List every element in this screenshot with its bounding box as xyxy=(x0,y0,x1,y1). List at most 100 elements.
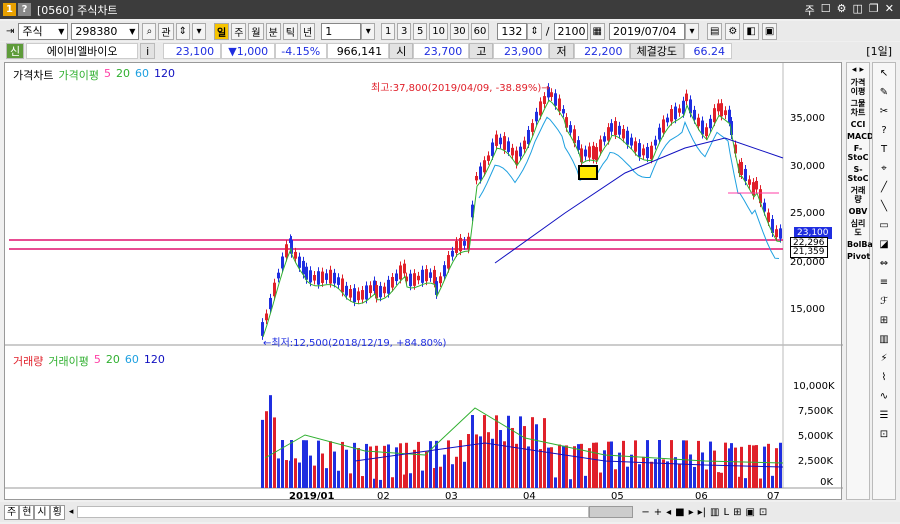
zoom-out-icon[interactable]: − xyxy=(641,507,649,518)
tab-horizontal[interactable]: 횡 xyxy=(49,504,65,520)
chart-area[interactable]: 가격차트 가격이평 5 20 60 120 최고:37,800(2019/04/… xyxy=(4,62,843,502)
tool-text-icon[interactable]: T xyxy=(875,141,893,158)
zoom-in-icon[interactable]: + xyxy=(654,507,662,518)
window-control-main[interactable]: 주 xyxy=(805,2,815,18)
candle-body xyxy=(409,273,412,287)
period-minute-button[interactable]: 분 xyxy=(265,22,281,40)
close-icon[interactable]: ✕ xyxy=(885,2,894,18)
tool-line-up-icon[interactable]: ╱ xyxy=(875,179,893,196)
indicator-bolband[interactable]: BolBand xyxy=(847,240,884,249)
tool-auto-icon[interactable]: ⚡ xyxy=(875,350,893,367)
volume-ma-20: 20 xyxy=(105,353,120,366)
window-control-split[interactable]: ◫ xyxy=(853,2,863,18)
stop-icon[interactable]: ■ xyxy=(675,507,684,518)
volume-bar xyxy=(515,443,518,488)
indicator-cci[interactable]: CCI xyxy=(847,120,869,129)
scroll-thumb[interactable] xyxy=(589,506,634,518)
minute-1-button[interactable]: 1 xyxy=(381,22,396,40)
tab-current[interactable]: 현 xyxy=(19,504,35,520)
restore-icon[interactable]: ❐ xyxy=(869,2,879,18)
tool-help-icon[interactable]: ? xyxy=(875,122,893,139)
calendar-icon[interactable]: ▦ xyxy=(589,22,605,40)
chevron-down-icon[interactable]: ▾ xyxy=(191,22,206,40)
tool-rect-icon[interactable]: ▭ xyxy=(875,217,893,234)
chevron-down-icon[interactable]: ▾ xyxy=(684,22,699,40)
scroll-left-icon[interactable]: ◂ xyxy=(69,507,74,517)
tab-market[interactable]: 시 xyxy=(34,504,50,520)
info-icon[interactable]: i xyxy=(140,43,156,59)
indicator-psychology[interactable]: 심리도 xyxy=(847,219,869,237)
period-week-button[interactable]: 주 xyxy=(231,22,247,40)
minute-5-button[interactable]: 5 xyxy=(413,22,428,40)
count-input[interactable]: 132 xyxy=(497,22,528,40)
period-day-button[interactable]: 일 xyxy=(213,22,230,40)
tool-pointer-icon[interactable]: ↖ xyxy=(875,65,893,82)
tool-fibo-icon[interactable]: ≡ xyxy=(875,274,893,291)
indicator-macd[interactable]: MACD xyxy=(847,132,874,141)
tool-curve-icon[interactable]: ∿ xyxy=(875,388,893,405)
tool-box-icon[interactable]: ⊡ xyxy=(875,426,893,443)
volume-bar xyxy=(499,430,502,488)
tool-range-icon[interactable]: ⇔ xyxy=(875,255,893,272)
tool-list-icon[interactable]: ☰ xyxy=(875,407,893,424)
indicator-fstoc[interactable]: F-StoC xyxy=(847,144,869,162)
play-back-icon[interactable]: ◂ xyxy=(666,507,671,518)
stepper-icon[interactable]: ⇕ xyxy=(175,22,190,40)
candle-body xyxy=(646,146,649,159)
panel-toggle-icon[interactable]: ⇥ xyxy=(6,26,14,37)
tool-line-down-icon[interactable]: ╲ xyxy=(875,198,893,215)
indicator-price-ma[interactable]: 가격이평 xyxy=(847,78,869,96)
grid-icon[interactable]: ▣ xyxy=(761,22,778,40)
horizontal-scrollbar[interactable] xyxy=(77,506,590,518)
step-icon[interactable]: ▸| xyxy=(698,507,706,518)
lock-icon[interactable]: ⊡ xyxy=(759,507,767,518)
settings-icon[interactable]: ⚙ xyxy=(725,22,741,40)
minute-3-button[interactable]: 3 xyxy=(397,22,412,40)
tool-save-icon[interactable]: ▣ xyxy=(745,507,754,518)
stock-code-input[interactable]: 298380 ▼ xyxy=(71,22,140,40)
chart-type-icon[interactable]: ▥ xyxy=(710,507,719,518)
tool-function-icon[interactable]: ℱ xyxy=(875,293,893,310)
period-month-button[interactable]: 월 xyxy=(248,22,264,40)
window-control-box[interactable]: ☐ xyxy=(821,2,831,18)
tool-wave-icon[interactable]: ⌇ xyxy=(875,369,893,386)
search-icon[interactable]: ⌕ xyxy=(142,22,157,40)
tool-fill-icon[interactable]: ◪ xyxy=(875,236,893,253)
period-tick-button[interactable]: 틱 xyxy=(282,22,298,40)
tool-crosshair-icon[interactable]: ⌖ xyxy=(875,160,893,177)
indicator-obv[interactable]: OBV xyxy=(847,207,869,216)
settings-icon[interactable]: ⚙ xyxy=(837,2,847,18)
indicator-grid-chart[interactable]: 그물차트 xyxy=(847,99,869,117)
line-icon[interactable]: L xyxy=(723,507,729,518)
layout-icon[interactable]: ◧ xyxy=(743,22,759,40)
help-icon[interactable]: ? xyxy=(18,3,31,16)
tool-grid-icon[interactable]: ⊞ xyxy=(875,312,893,329)
tool-cut-icon[interactable]: ✂ xyxy=(875,103,893,120)
volume-bar xyxy=(361,476,364,488)
market-select[interactable]: 주식 ▼ xyxy=(18,22,69,40)
indicator-pivot[interactable]: Pivot xyxy=(847,252,870,261)
period-year-button[interactable]: 년 xyxy=(300,22,316,40)
table-view-icon[interactable]: ▤ xyxy=(706,22,723,40)
indicator-sstoc[interactable]: S-StoC xyxy=(847,165,869,183)
period-value-input[interactable]: 1 xyxy=(321,22,362,40)
candle-body xyxy=(329,269,332,284)
minute-60-button[interactable]: 60 xyxy=(470,22,490,40)
count-stepper[interactable]: ⇕ xyxy=(527,22,542,40)
tool-bars-icon[interactable]: ▥ xyxy=(875,331,893,348)
minute-30-button[interactable]: 30 xyxy=(449,22,469,40)
tool-pen-icon[interactable]: ✎ xyxy=(875,84,893,101)
sidebar-arrows[interactable]: ◂ ▸ xyxy=(847,66,869,75)
date-input[interactable]: 2019/07/04 xyxy=(608,22,685,40)
volume-bar xyxy=(610,441,613,488)
related-button[interactable]: 관 xyxy=(158,22,174,40)
minute-10-button[interactable]: 10 xyxy=(429,22,448,40)
candle-body xyxy=(709,118,712,129)
expand-icon[interactable]: ⊞ xyxy=(733,507,741,518)
tab-weekly[interactable]: 주 xyxy=(4,504,20,520)
volume-bar xyxy=(341,441,344,488)
play-icon[interactable]: ▸ xyxy=(689,507,694,518)
candle-body xyxy=(610,123,613,132)
chevron-down-icon[interactable]: ▾ xyxy=(361,22,376,40)
indicator-volume[interactable]: 거래량 xyxy=(847,186,869,204)
